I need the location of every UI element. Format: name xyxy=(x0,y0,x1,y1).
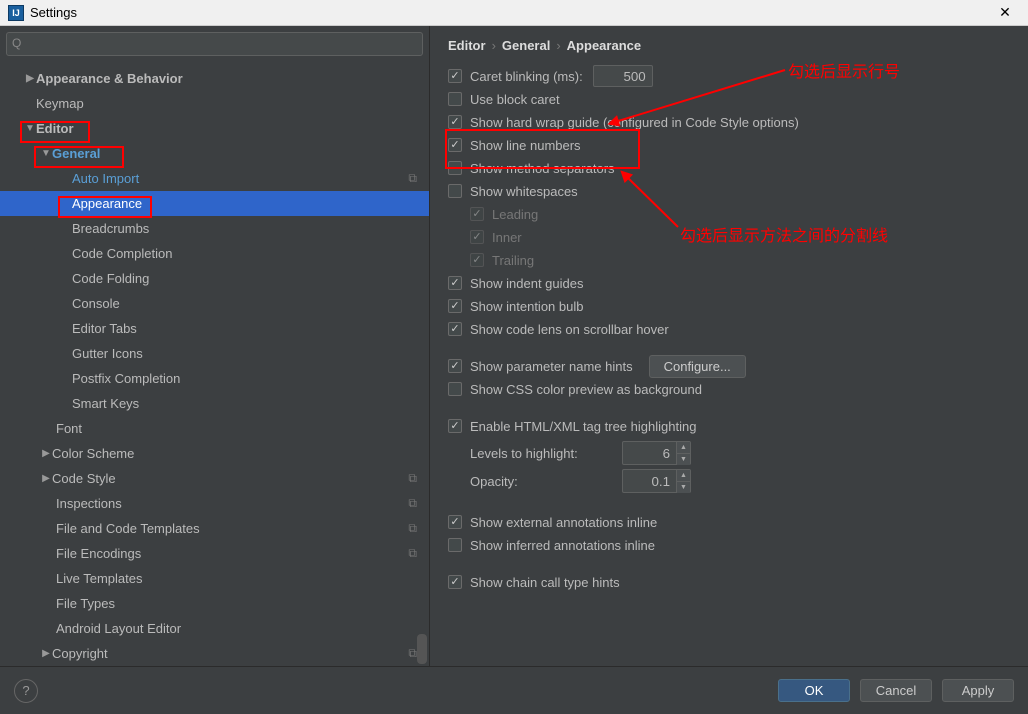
copy-icon: ⧉ xyxy=(408,546,417,561)
checkbox-icon[interactable] xyxy=(448,276,462,290)
opt-inner: Inner xyxy=(448,226,1010,248)
opt-caret-blinking[interactable]: Caret blinking (ms): xyxy=(448,65,1010,87)
breadcrumb: Editor›General›Appearance xyxy=(448,38,1010,53)
opt-html-xml[interactable]: Enable HTML/XML tag tree highlighting xyxy=(448,415,1010,437)
checkbox-icon[interactable] xyxy=(448,161,462,175)
opt-whitespaces[interactable]: Show whitespaces xyxy=(448,180,1010,202)
tree-gutter-icons[interactable]: Gutter Icons xyxy=(0,341,429,366)
help-icon[interactable]: ? xyxy=(14,679,38,703)
opt-chain-hints[interactable]: Show chain call type hints xyxy=(448,571,1010,593)
opt-block-caret[interactable]: Use block caret xyxy=(448,88,1010,110)
checkbox-icon[interactable] xyxy=(448,515,462,529)
sidebar: Q ▶ Appearance & Behavior Keymap ▼ Edito… xyxy=(0,26,430,666)
opt-method-separators[interactable]: Show method separators xyxy=(448,157,1010,179)
checkbox-icon[interactable] xyxy=(448,115,462,129)
settings-tree: ▶ Appearance & Behavior Keymap ▼ Editor … xyxy=(0,62,429,666)
opt-code-lens[interactable]: Show code lens on scrollbar hover xyxy=(448,318,1010,340)
checkbox-icon[interactable] xyxy=(448,138,462,152)
titlebar: IJ Settings ✕ xyxy=(0,0,1028,26)
configure-button[interactable]: Configure... xyxy=(649,355,746,378)
search-input[interactable] xyxy=(6,32,423,56)
opt-leading: Leading xyxy=(448,203,1010,225)
tree-editor-tabs[interactable]: Editor Tabs xyxy=(0,316,429,341)
tree-console[interactable]: Console xyxy=(0,291,429,316)
checkbox-icon xyxy=(470,230,484,244)
content-panel: Editor›General›Appearance Caret blinking… xyxy=(430,26,1028,666)
checkbox-icon[interactable] xyxy=(448,92,462,106)
chevron-down-icon: ▼ xyxy=(40,148,52,159)
tree-live-templates[interactable]: Live Templates xyxy=(0,566,429,591)
opt-trailing: Trailing xyxy=(448,249,1010,271)
checkbox-icon[interactable] xyxy=(448,322,462,336)
tree-smart-keys[interactable]: Smart Keys xyxy=(0,391,429,416)
chevron-down-icon: ▼ xyxy=(24,123,36,134)
tree-copyright[interactable]: ▶ Copyright ⧉ xyxy=(0,641,429,666)
checkbox-icon[interactable] xyxy=(448,575,462,589)
tree-file-code-templates[interactable]: File and Code Templates ⧉ xyxy=(0,516,429,541)
tree-editor[interactable]: ▼ Editor xyxy=(0,116,429,141)
tree-color-scheme[interactable]: ▶ Color Scheme xyxy=(0,441,429,466)
opt-param-hints[interactable]: Show parameter name hints Configure... xyxy=(448,355,1010,377)
opt-line-numbers[interactable]: Show line numbers xyxy=(448,134,1010,156)
tree-keymap[interactable]: Keymap xyxy=(0,91,429,116)
tree-code-completion[interactable]: Code Completion xyxy=(0,241,429,266)
cancel-button[interactable]: Cancel xyxy=(860,679,932,702)
scrollbar[interactable] xyxy=(417,634,427,664)
chevron-right-icon: ▶ xyxy=(40,473,52,484)
tree-inspections[interactable]: Inspections ⧉ xyxy=(0,491,429,516)
checkbox-icon[interactable] xyxy=(448,69,462,83)
chevron-right-icon: ▶ xyxy=(40,448,52,459)
ok-button[interactable]: OK xyxy=(778,679,850,702)
tree-file-types[interactable]: File Types xyxy=(0,591,429,616)
checkbox-icon[interactable] xyxy=(448,299,462,313)
apply-button[interactable]: Apply xyxy=(942,679,1014,702)
copy-icon: ⧉ xyxy=(408,646,417,661)
chevron-right-icon: ▶ xyxy=(40,648,52,659)
checkbox-icon xyxy=(470,253,484,267)
spinner-up-icon[interactable]: ▲ xyxy=(677,442,690,454)
checkbox-icon[interactable] xyxy=(448,538,462,552)
copy-icon: ⧉ xyxy=(408,171,417,186)
opt-external-ann[interactable]: Show external annotations inline xyxy=(448,511,1010,533)
checkbox-icon xyxy=(470,207,484,221)
checkbox-icon[interactable] xyxy=(448,184,462,198)
checkbox-icon[interactable] xyxy=(448,419,462,433)
tree-postfix-completion[interactable]: Postfix Completion xyxy=(0,366,429,391)
close-icon[interactable]: ✕ xyxy=(990,4,1020,21)
copy-icon: ⧉ xyxy=(408,496,417,511)
tree-appearance[interactable]: Appearance xyxy=(0,191,429,216)
caret-blinking-input[interactable] xyxy=(593,65,653,87)
footer: ? OK Cancel Apply xyxy=(0,666,1028,714)
tree-appearance-behavior[interactable]: ▶ Appearance & Behavior xyxy=(0,66,429,91)
tree-code-folding[interactable]: Code Folding xyxy=(0,266,429,291)
spinner-down-icon[interactable]: ▼ xyxy=(677,454,690,465)
tree-file-encodings[interactable]: File Encodings ⧉ xyxy=(0,541,429,566)
chevron-right-icon: ▶ xyxy=(24,73,36,84)
field-levels: Levels to highlight: ▲▼ xyxy=(470,441,1010,465)
app-logo-icon: IJ xyxy=(8,5,24,21)
tree-breadcrumbs[interactable]: Breadcrumbs xyxy=(0,216,429,241)
tree-android-layout-editor[interactable]: Android Layout Editor xyxy=(0,616,429,641)
checkbox-icon[interactable] xyxy=(448,382,462,396)
tree-general[interactable]: ▼ General xyxy=(0,141,429,166)
opt-hard-wrap[interactable]: Show hard wrap guide (configured in Code… xyxy=(448,111,1010,133)
opt-indent-guides[interactable]: Show indent guides xyxy=(448,272,1010,294)
spinner-down-icon[interactable]: ▼ xyxy=(677,482,690,493)
spinner-up-icon[interactable]: ▲ xyxy=(677,470,690,482)
checkbox-icon[interactable] xyxy=(448,359,462,373)
tree-code-style[interactable]: ▶ Code Style ⧉ xyxy=(0,466,429,491)
levels-input[interactable] xyxy=(622,441,677,465)
opt-inferred-ann[interactable]: Show inferred annotations inline xyxy=(448,534,1010,556)
field-opacity: Opacity: ▲▼ xyxy=(470,469,1010,493)
tree-auto-import[interactable]: Auto Import ⧉ xyxy=(0,166,429,191)
copy-icon: ⧉ xyxy=(408,521,417,536)
opacity-input[interactable] xyxy=(622,469,677,493)
opt-css-preview[interactable]: Show CSS color preview as background xyxy=(448,378,1010,400)
tree-font[interactable]: Font xyxy=(0,416,429,441)
opt-intention-bulb[interactable]: Show intention bulb xyxy=(448,295,1010,317)
copy-icon: ⧉ xyxy=(408,471,417,486)
window-title: Settings xyxy=(30,5,990,20)
